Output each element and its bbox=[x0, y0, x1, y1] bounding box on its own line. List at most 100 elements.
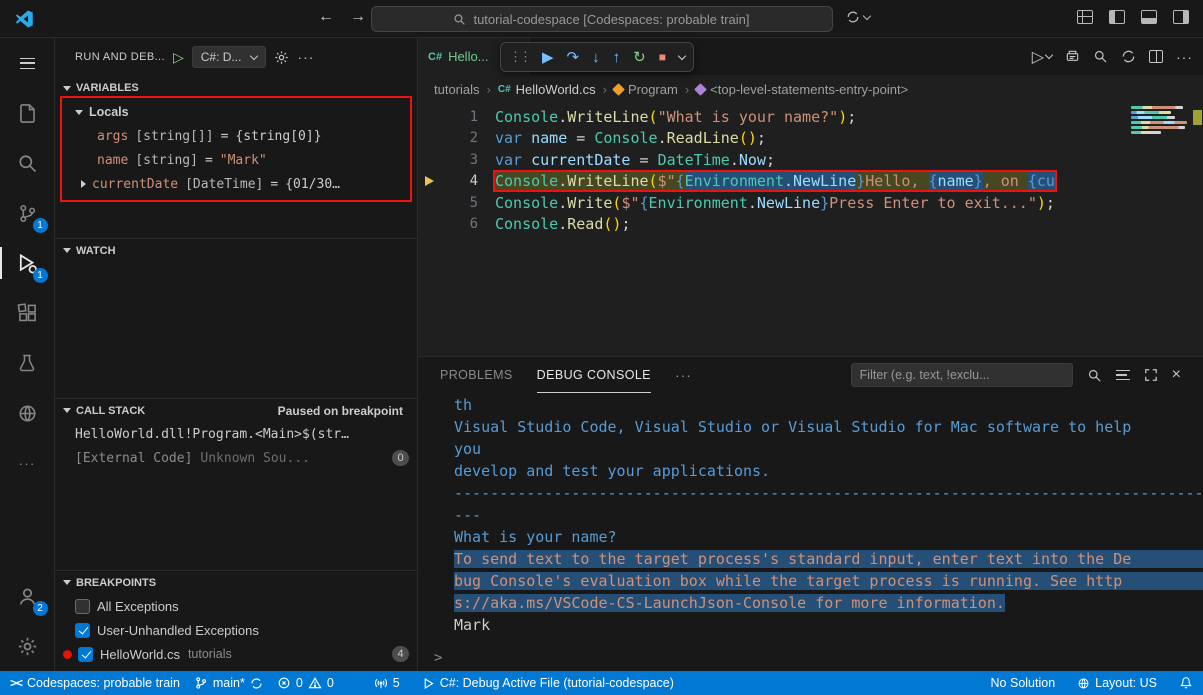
call-stack-frame[interactable]: [External Code] Unknown Sou... 0 bbox=[55, 446, 417, 470]
back-icon[interactable]: ← bbox=[318, 8, 334, 26]
view-more-actions-icon[interactable]: ··· bbox=[297, 49, 314, 65]
variable-row-args[interactable]: args [string[]] = {string[0]} bbox=[55, 124, 417, 148]
globe-icon bbox=[1077, 677, 1090, 690]
watch-section-header[interactable]: WATCH bbox=[55, 238, 417, 262]
continue-button[interactable]: ▶ bbox=[542, 48, 554, 66]
code-text[interactable]: var currentDate = DateTime.Now; bbox=[495, 151, 775, 169]
code-line[interactable]: 5 Console.Write($"{Environment.NewLine}Pr… bbox=[418, 192, 1203, 214]
checkbox-checked[interactable] bbox=[75, 623, 90, 638]
breadcrumb-symbol-entrypoint[interactable]: <top-level-statements-entry-point> bbox=[696, 82, 908, 97]
split-editor-icon[interactable] bbox=[1149, 50, 1163, 63]
breakpoint-row-all-exceptions[interactable]: All Exceptions bbox=[55, 594, 417, 618]
notifications-button[interactable] bbox=[1179, 676, 1193, 690]
sidebar-item-testing[interactable] bbox=[0, 338, 55, 388]
call-stack-section-header[interactable]: CALL STACK Paused on breakpoint bbox=[55, 398, 417, 422]
additional-views-button[interactable]: ··· bbox=[0, 438, 55, 488]
toggle-sidebar-icon[interactable] bbox=[1109, 10, 1125, 24]
drag-handle-icon[interactable]: ⋮⋮ bbox=[509, 49, 529, 65]
code-text[interactable]: Console.Write($"{Environment.NewLine}Pre… bbox=[495, 194, 1055, 212]
ports-indicator[interactable]: 5 bbox=[374, 676, 400, 690]
chevron-down-icon[interactable] bbox=[678, 51, 686, 59]
line-number[interactable]: 4 bbox=[444, 173, 478, 189]
sidebar-item-explorer[interactable] bbox=[0, 88, 55, 138]
restart-button[interactable]: ↻ bbox=[633, 48, 646, 66]
debug-settings-gear-icon[interactable] bbox=[274, 50, 289, 65]
code-line[interactable]: 3 var currentDate = DateTime.Now; bbox=[418, 149, 1203, 171]
code-line[interactable]: 6 Console.Read(); bbox=[418, 214, 1203, 236]
titlebar-sync-dropdown[interactable] bbox=[846, 10, 870, 24]
code-text[interactable]: Console.Read(); bbox=[495, 215, 630, 233]
variables-group-locals[interactable]: Locals bbox=[55, 100, 417, 124]
sidebar-item-search[interactable] bbox=[0, 138, 55, 188]
breakpoint-row-helloworld[interactable]: HelloWorld.cs tutorials 4 bbox=[55, 642, 417, 666]
step-out-button[interactable]: ↑ bbox=[613, 49, 621, 66]
code-line[interactable]: 4 Console.WriteLine($"{Environment.NewLin… bbox=[418, 171, 1203, 193]
customize-layout-icon[interactable] bbox=[1077, 10, 1093, 24]
sidebar-item-remote-explorer[interactable] bbox=[0, 388, 55, 438]
line-number[interactable]: 6 bbox=[444, 216, 478, 232]
code-line[interactable]: 2 var name = Console.ReadLine(); bbox=[418, 128, 1203, 150]
tab-problems[interactable]: PROBLEMS bbox=[440, 357, 513, 393]
line-number[interactable]: 2 bbox=[444, 130, 478, 146]
close-panel-icon[interactable]: × bbox=[1172, 366, 1181, 384]
forward-icon[interactable]: → bbox=[350, 8, 366, 26]
breadcrumb-file[interactable]: C# HelloWorld.cs bbox=[498, 82, 596, 97]
variables-section-header[interactable]: VARIABLES bbox=[55, 76, 417, 100]
sync-icon[interactable] bbox=[1121, 49, 1136, 64]
run-file-dropdown-button[interactable]: ▷ bbox=[1032, 47, 1052, 67]
checkbox-checked[interactable] bbox=[78, 647, 93, 662]
debug-status[interactable]: C#: Debug Active File (tutorial-codespac… bbox=[422, 676, 674, 690]
line-number[interactable]: 5 bbox=[444, 195, 478, 211]
line-number[interactable]: 1 bbox=[444, 109, 478, 125]
sidebar-item-run-and-debug[interactable]: 1 bbox=[0, 238, 55, 288]
breakpoint-path: tutorials bbox=[188, 647, 232, 661]
start-debug-button[interactable]: ▷ bbox=[173, 49, 184, 66]
word-wrap-icon[interactable] bbox=[1116, 370, 1130, 380]
toggle-secondary-sidebar-icon[interactable] bbox=[1173, 10, 1189, 24]
remote-indicator[interactable]: >< Codespaces: probable train bbox=[10, 676, 180, 690]
line-number[interactable]: 3 bbox=[444, 152, 478, 168]
method-symbol-icon bbox=[694, 83, 707, 96]
more-tabs-icon[interactable]: ··· bbox=[675, 367, 692, 383]
maximize-panel-icon[interactable] bbox=[1144, 368, 1158, 382]
menu-button[interactable] bbox=[0, 38, 55, 88]
execution-pointer-icon[interactable] bbox=[418, 176, 444, 186]
debug-config-dropdown[interactable]: C#: D... bbox=[192, 46, 267, 68]
step-over-button[interactable]: ↷ bbox=[567, 48, 580, 66]
breadcrumb-folder[interactable]: tutorials bbox=[434, 82, 480, 97]
branch-indicator[interactable]: main* bbox=[194, 676, 263, 690]
command-center-search[interactable]: tutorial-codespace [Codespaces: probable… bbox=[371, 6, 833, 32]
code-text[interactable]: Console.WriteLine("What is your name?"); bbox=[495, 108, 856, 126]
sidebar-item-extensions[interactable] bbox=[0, 288, 55, 338]
code-text[interactable]: var name = Console.ReadLine(); bbox=[495, 129, 766, 147]
variable-row-currentdate[interactable]: currentDate [DateTime] = {01/30… bbox=[55, 172, 417, 196]
stop-button[interactable]: ■ bbox=[659, 50, 666, 64]
more-actions-icon[interactable]: ··· bbox=[1176, 49, 1193, 65]
code-line[interactable]: 1 Console.WriteLine("What is your name?")… bbox=[418, 106, 1203, 128]
minimap[interactable] bbox=[1131, 106, 1189, 236]
search-editor-icon[interactable] bbox=[1093, 49, 1108, 64]
checkbox-unchecked[interactable] bbox=[75, 599, 90, 614]
code-text[interactable]: Console.WriteLine($"{Environment.NewLine… bbox=[495, 172, 1055, 190]
toggle-panel-icon[interactable] bbox=[1141, 10, 1157, 24]
code-editor[interactable]: 1 Console.WriteLine("What is your name?")… bbox=[418, 103, 1203, 356]
breakpoint-badge: 4 bbox=[392, 646, 409, 662]
breadcrumb-symbol-class[interactable]: Program bbox=[614, 82, 678, 97]
variable-row-name[interactable]: name [string] = "Mark" bbox=[55, 148, 417, 172]
find-icon[interactable] bbox=[1087, 368, 1102, 383]
open-changes-icon[interactable] bbox=[1065, 49, 1080, 64]
variable-name: args bbox=[97, 129, 128, 144]
console-filter-input[interactable] bbox=[851, 363, 1073, 387]
step-into-button[interactable]: ↓ bbox=[592, 49, 600, 66]
keyboard-layout-status[interactable]: Layout: US bbox=[1077, 676, 1157, 690]
accounts-button[interactable]: 2 bbox=[0, 571, 55, 621]
breakpoint-row-user-unhandled[interactable]: User-Unhandled Exceptions bbox=[55, 618, 417, 642]
console-input[interactable]: > bbox=[418, 645, 1203, 671]
call-stack-frame[interactable]: HelloWorld.dll!Program.<Main>$(str… bbox=[55, 422, 417, 446]
sidebar-item-source-control[interactable]: 1 bbox=[0, 188, 55, 238]
tab-debug-console[interactable]: DEBUG CONSOLE bbox=[537, 357, 651, 393]
problems-indicator[interactable]: 0 0 bbox=[277, 676, 334, 690]
settings-button[interactable] bbox=[0, 621, 55, 671]
breakpoints-section-header[interactable]: BREAKPOINTS bbox=[55, 570, 417, 594]
solution-status[interactable]: No Solution bbox=[991, 676, 1056, 690]
